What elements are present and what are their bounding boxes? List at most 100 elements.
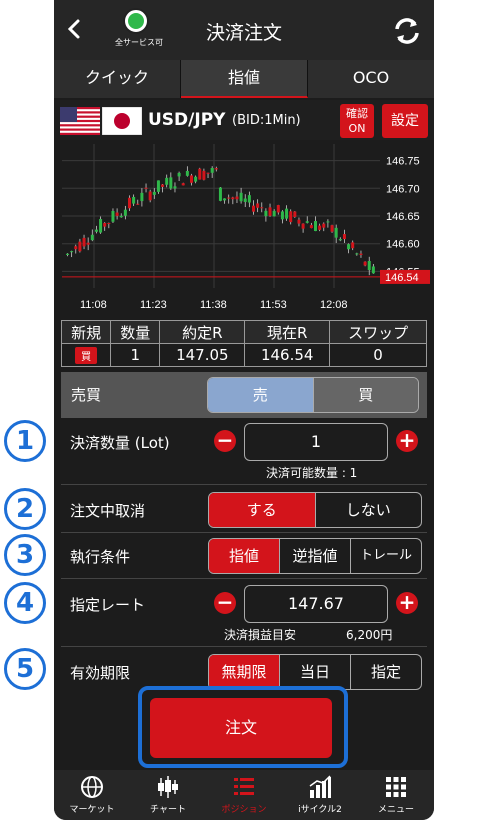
rate-input[interactable]: 147.67 — [244, 585, 388, 623]
candle — [173, 186, 177, 189]
header-new: 新規 — [60, 320, 112, 344]
nav-chart[interactable]: チャート — [130, 770, 206, 820]
order-button[interactable]: 注文 — [150, 698, 332, 758]
side-label: 売買 — [71, 386, 102, 404]
side-segment: 売 買 — [207, 377, 419, 413]
nav-position[interactable]: ポジション — [206, 770, 282, 820]
currency-pair: USD/JPY — [148, 110, 226, 130]
pnl-estimate-value: 6,200円 — [346, 628, 393, 642]
candle — [351, 242, 355, 249]
cell-current-rate: 146.54 — [244, 343, 331, 367]
candle — [140, 192, 144, 202]
candle — [152, 191, 156, 195]
header-contract-rate: 約定R — [159, 320, 246, 344]
candle — [289, 211, 293, 223]
nav-market[interactable]: マーケット — [54, 770, 130, 820]
refresh-button[interactable] — [390, 14, 424, 48]
candle — [367, 260, 371, 271]
x-tick-label: 11:53 — [260, 299, 287, 311]
candle — [363, 261, 367, 266]
step-marker-5: 5 — [4, 648, 46, 690]
y-tick-label: 146.60 — [386, 239, 420, 251]
tab-limit[interactable]: 指値 — [181, 60, 308, 98]
candle — [264, 210, 268, 217]
price-chart: 146.75146.70146.65146.60146.5511:0811:23… — [54, 140, 434, 320]
list-icon — [234, 778, 254, 795]
nav-position-label: ポジション — [221, 805, 267, 815]
candle — [318, 225, 322, 230]
divider — [61, 578, 427, 579]
candle — [132, 196, 136, 204]
page-title: 決済注文 — [205, 22, 282, 44]
candle — [161, 184, 165, 187]
candle — [301, 223, 305, 229]
confirm-label: 確認 — [346, 107, 368, 120]
cancel-no-option[interactable]: しない — [316, 493, 422, 527]
candle — [371, 266, 375, 274]
sell-option[interactable]: 売 — [208, 378, 314, 412]
step-marker-3: 3 — [4, 534, 46, 576]
cancel-label: 注文中取消 — [70, 502, 146, 520]
lot-increment-button[interactable]: + — [396, 430, 418, 452]
plus-icon: + — [398, 590, 416, 614]
candle — [243, 198, 247, 202]
settings-button[interactable]: 設定 — [382, 104, 428, 138]
refresh-icon — [395, 18, 419, 44]
candle — [119, 215, 123, 218]
candle — [218, 187, 222, 201]
lot-decrement-button[interactable]: − — [214, 430, 236, 452]
app-screen: 全サービス可 決済注文 クイック 指値 OCO USD/JPY (BID:1Mi… — [54, 0, 434, 820]
bar-chart-icon — [309, 775, 331, 798]
nav-menu[interactable]: メニュー — [358, 770, 434, 820]
exec-trail-option[interactable]: トレール — [351, 539, 421, 573]
rate-label: 指定レート — [70, 596, 146, 614]
buy-option[interactable]: 買 — [313, 378, 418, 412]
lot-input[interactable]: 1 — [244, 423, 388, 461]
candle — [227, 197, 231, 199]
candle — [86, 242, 90, 245]
candle — [285, 208, 289, 219]
candle — [252, 205, 255, 212]
cell-quantity: 1 — [110, 343, 161, 367]
grid-icon — [386, 777, 406, 797]
expiry-label: 有効期限 — [70, 664, 131, 682]
lot-label: 決済数量 (Lot) — [70, 434, 170, 452]
tab-oco[interactable]: OCO — [308, 60, 434, 98]
candle — [280, 211, 284, 220]
divider — [61, 532, 427, 533]
candle — [82, 237, 86, 247]
cancel-yes-option[interactable]: する — [209, 493, 316, 527]
jp-flag-icon — [102, 107, 142, 135]
candle — [239, 192, 243, 202]
candle — [297, 219, 301, 224]
candle — [90, 234, 94, 241]
expiry-specify-option[interactable]: 指定 — [351, 655, 421, 689]
x-tick-label: 12:08 — [320, 299, 348, 311]
rate-increment-button[interactable]: + — [396, 592, 418, 614]
tab-quick[interactable]: クイック — [54, 60, 181, 98]
candle — [185, 170, 189, 176]
confirm-toggle-button[interactable]: 確認 ON — [340, 104, 374, 138]
candle — [260, 207, 264, 209]
exec-stop-option[interactable]: 逆指値 — [280, 539, 351, 573]
y-tick-label: 146.65 — [386, 211, 420, 223]
symbol-bar: USD/JPY (BID:1Min) — [54, 100, 434, 140]
candle — [198, 168, 202, 180]
buy-badge: 買 — [75, 347, 98, 364]
candle — [181, 183, 185, 186]
candle — [194, 176, 198, 182]
nav-icycle[interactable]: iサイクル2 — [282, 770, 358, 820]
expiry-unlimited-option[interactable]: 無期限 — [209, 655, 280, 689]
chart-interval: (BID:1Min) — [232, 113, 301, 128]
nav-menu-label: メニュー — [377, 805, 414, 815]
candle — [235, 196, 239, 200]
plus-icon: + — [398, 428, 416, 452]
minus-icon: − — [216, 428, 234, 452]
expiry-today-option[interactable]: 当日 — [280, 655, 351, 689]
header-swap: スワップ — [329, 320, 427, 344]
candle — [293, 211, 297, 217]
candle — [206, 172, 210, 174]
divider — [61, 484, 427, 485]
rate-decrement-button[interactable]: − — [214, 592, 236, 614]
exec-limit-option[interactable]: 指値 — [209, 539, 280, 573]
